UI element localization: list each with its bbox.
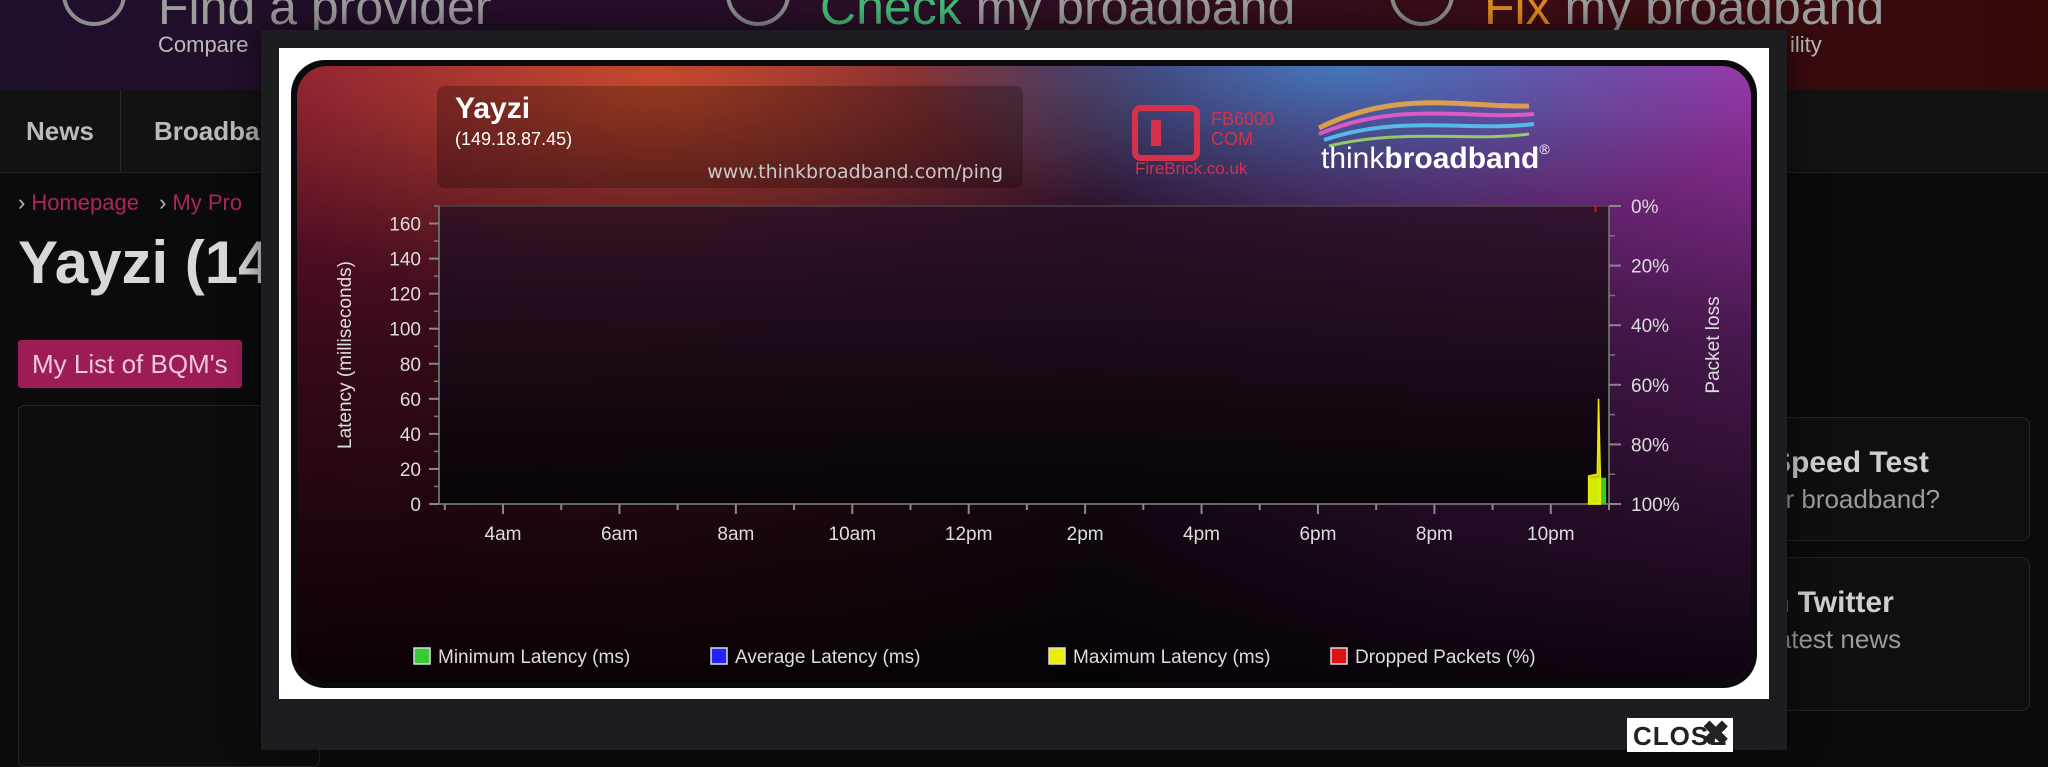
nav-news[interactable]: News <box>0 90 121 172</box>
y2-tick-label: 60% <box>1631 376 1669 397</box>
y2-tick-label: 80% <box>1631 435 1669 456</box>
bqm-list-button[interactable]: My List of BQM's <box>18 340 242 388</box>
fix-broadband-sub: ility <box>1790 32 1822 57</box>
x-tick-label: 10pm <box>1527 524 1575 545</box>
x-tick-label: 2pm <box>1067 524 1104 545</box>
brand-broadband: broadband <box>1384 142 1539 175</box>
x-tick-label: 6am <box>601 524 638 545</box>
legend-swatch <box>1048 647 1066 665</box>
sponsor-site: FireBrick.co.uk <box>1135 159 1248 178</box>
speed-test-title: Speed Test <box>1771 446 1929 479</box>
legend-label: Maximum Latency (ms) <box>1073 647 1270 668</box>
legend-label: Minimum Latency (ms) <box>438 647 630 668</box>
legend-swatch <box>710 647 728 665</box>
y2-tick-label: 40% <box>1631 316 1669 337</box>
y-tick-label: 60 <box>400 390 421 411</box>
y-axis-label: Latency (milliseconds) <box>335 261 356 449</box>
twitter-card[interactable]: n Twitter latest news <box>1760 557 2030 711</box>
twitter-title: n Twitter <box>1771 586 1894 619</box>
breadcrumb-home[interactable]: Homepage <box>31 190 139 215</box>
brand-think: think <box>1321 142 1385 175</box>
y-tick-label: 0 <box>410 495 421 516</box>
isp-name: Yayzi <box>455 92 530 125</box>
x-tick-label: 4pm <box>1183 524 1220 545</box>
y-tick-label: 40 <box>400 425 421 446</box>
y-tick-label: 20 <box>400 460 421 481</box>
y-tick-label: 160 <box>389 215 421 236</box>
x-tick-label: 8pm <box>1416 524 1453 545</box>
y-tick-label: 120 <box>389 285 421 306</box>
legend-swatch <box>413 647 431 665</box>
x-tick-label: 8am <box>717 524 754 545</box>
brand-reg: ® <box>1539 141 1550 157</box>
breadcrumb-profile[interactable]: My Pro <box>172 190 242 215</box>
breadcrumb-chevron-icon: › <box>18 190 26 215</box>
twitter-sub: latest news <box>1771 624 1902 654</box>
x-tick-label: 12pm <box>945 524 993 545</box>
sponsor-code-2: COM <box>1211 129 1253 149</box>
ping-url: www.thinkbroadband.com/ping <box>707 161 1003 183</box>
page-title: Yayzi (14 <box>18 229 272 296</box>
y2-tick-label: 20% <box>1631 257 1669 278</box>
bqm-graph-image: Yayzi (149.18.87.45) www.thinkbroadband.… <box>279 48 1769 699</box>
y2-tick-label: 100% <box>1631 495 1680 516</box>
isp-ip: (149.18.87.45) <box>455 129 572 149</box>
dropped-packets-mark <box>1594 206 1597 212</box>
sponsor-code: FB6000 <box>1211 109 1274 129</box>
speed-test-card[interactable]: Speed Test ur broadband? <box>1760 417 2030 541</box>
bqm-graph: Yayzi (149.18.87.45) www.thinkbroadband.… <box>279 48 1769 699</box>
speed-test-sub: ur broadband? <box>1771 484 1941 514</box>
fix-broadband-icon <box>1390 0 1454 26</box>
y-tick-label: 100 <box>389 320 421 341</box>
svg-text:thinkbroadband®: thinkbroadband® <box>1321 141 1550 175</box>
y-tick-label: 140 <box>389 250 421 271</box>
plot-area <box>439 206 1609 504</box>
breadcrumb: › Homepage › My Pro <box>18 190 242 216</box>
x-tick-label: 4am <box>485 524 522 545</box>
x-tick-label: 10am <box>829 524 877 545</box>
legend-label: Dropped Packets (%) <box>1355 647 1536 668</box>
legend-label: Average Latency (ms) <box>735 647 921 668</box>
y2-axis-label: Packet loss <box>1703 296 1724 393</box>
y-tick-label: 80 <box>400 355 421 376</box>
y2-tick-label: 0% <box>1631 197 1659 218</box>
find-provider-sub: Compare <box>158 32 249 57</box>
legend-swatch <box>1330 647 1348 665</box>
check-broadband-icon <box>726 0 790 26</box>
find-provider-icon <box>62 0 126 26</box>
x-tick-label: 6pm <box>1299 524 1336 545</box>
breadcrumb-chevron-icon: › <box>159 190 167 215</box>
